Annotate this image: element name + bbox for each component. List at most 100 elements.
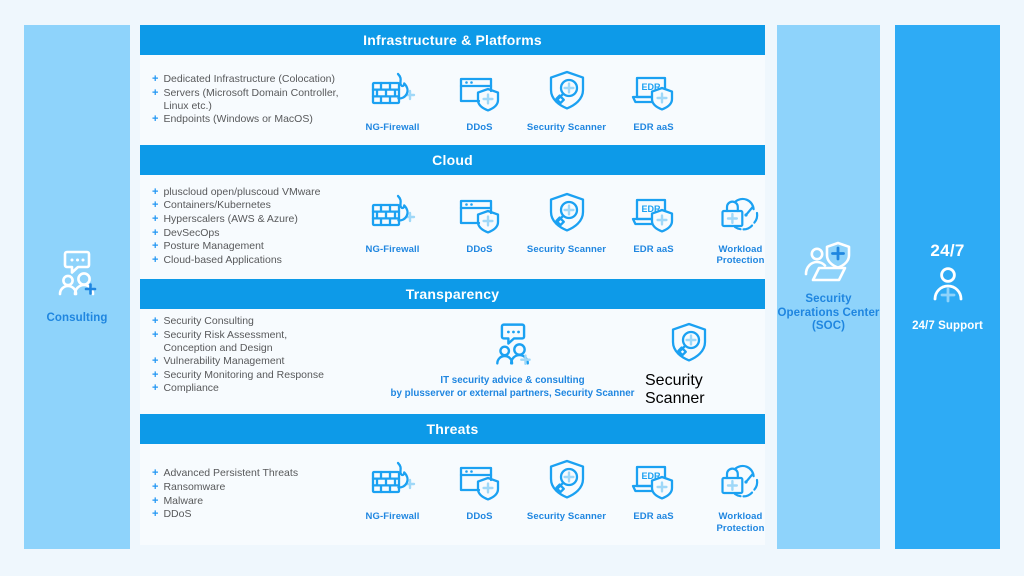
plus-bullet-icon: + <box>152 213 159 226</box>
plus-bullet-icon: + <box>152 382 159 395</box>
icon-label: EDR aaS <box>633 122 674 134</box>
list-item: + Dedicated Infrastructure (Colocation) <box>152 73 336 86</box>
consulting-column: Consulting <box>24 25 130 549</box>
browser-shield-icon <box>455 188 505 240</box>
soc-person-laptop-shield-icon <box>801 240 857 293</box>
soc-column: Security Operations Center (SOC) <box>777 25 880 549</box>
service-icon-security-scanner: Security Scanner <box>645 321 732 408</box>
support-247-column: 24/7 24/7 Support <box>895 25 1000 549</box>
support-247-headline: 24/7 <box>930 240 965 260</box>
plus-bullet-icon: + <box>152 86 159 99</box>
list-item: + Cloud-based Applications <box>152 254 282 267</box>
transparency-caption: IT security advice & consulting by pluss… <box>391 375 635 400</box>
section-header-infrastructure: Infrastructure & Platforms <box>140 25 765 55</box>
transparency-caption-line-2: by plusserver or external partners, Secu… <box>390 387 635 399</box>
service-icon-edr-aas: EDR EDR aaS <box>610 455 697 522</box>
service-icon-security-scanner: Security Scanner <box>523 455 610 522</box>
icon-label: EDR aaS <box>633 511 674 523</box>
icon-label: Security Scanner <box>645 372 705 408</box>
service-icon-security-scanner: Security Scanner <box>523 188 610 255</box>
bullet-list-threats: + Advanced Persistent Threats + Ransomware… <box>148 467 343 522</box>
plus-bullet-icon: + <box>152 368 159 381</box>
service-icon-ng-firewall: NG-Firewall <box>349 455 436 522</box>
plus-bullet-icon: + <box>152 480 159 493</box>
icon-label: Security Scanner <box>526 122 607 134</box>
service-icon-ng-firewall: NG-Firewall <box>349 66 436 133</box>
plus-bullet-icon: + <box>152 112 159 125</box>
list-item: + Security Monitoring and Response <box>152 368 324 381</box>
person-plus-icon <box>927 265 969 310</box>
transparency-center-block: IT security advice & consulting by pluss… <box>340 321 685 400</box>
list-item: + Containers/Kubernetes <box>152 199 271 212</box>
firewall-flame-icon <box>368 188 418 240</box>
bullet-list-infrastructure: + Dedicated Infrastructure (Colocation) +… <box>148 73 343 126</box>
icon-label: Security Scanner <box>526 243 607 255</box>
section-body-transparency: + Security Consulting + Security Risk Asse… <box>140 309 765 414</box>
service-icon-edr-aas: EDR EDR aaS <box>610 188 697 255</box>
browser-shield-icon <box>455 66 505 118</box>
icon-label: Security Scanner <box>526 511 607 523</box>
plus-bullet-icon: + <box>152 73 159 86</box>
list-item: + Compliance <box>152 382 219 395</box>
service-icon-ddos: DDoS <box>436 455 523 522</box>
icon-row-cloud: NG-Firewall DDoS Security Scanner EDR ED… <box>343 188 784 266</box>
shield-magnifier-icon <box>664 321 714 372</box>
consulting-label: Consulting <box>46 311 108 324</box>
soc-label: Security Operations Center (SOC) <box>777 293 880 334</box>
bullet-list-transparency: + Security Consulting + Security Risk Asse… <box>148 315 343 396</box>
section-header-threats: Threats <box>140 414 765 445</box>
shield-magnifier-icon <box>542 66 592 118</box>
firewall-flame-icon <box>368 455 418 507</box>
shield-magnifier-icon <box>542 188 592 240</box>
padlock-gauge-icon <box>716 188 766 240</box>
plus-bullet-icon: + <box>152 185 159 198</box>
service-icon-ng-firewall: NG-Firewall <box>349 188 436 255</box>
service-icon-edr-aas: EDR EDR aaS <box>610 66 697 133</box>
icon-row-threats: NG-Firewall DDoS Security Scanner EDR ED… <box>343 455 784 534</box>
list-item: + Posture Management <box>152 240 264 253</box>
section-body-cloud: + pluscloud open/pluscoud VMware + Contain… <box>140 175 765 279</box>
plus-bullet-icon: + <box>152 240 159 253</box>
service-icon-workload-protection: Workload Protection <box>697 455 784 534</box>
list-item: + Security Risk Assessment, Conception an… <box>152 328 288 354</box>
icon-label: EDR aaS <box>633 243 674 255</box>
list-item: + DDoS <box>152 508 192 521</box>
plus-bullet-icon: + <box>152 354 159 367</box>
service-icon-security-scanner: Security Scanner <box>523 66 610 133</box>
consulting-people-chat-icon <box>489 321 537 372</box>
service-icon-ddos: DDoS <box>436 66 523 133</box>
list-item: + Hyperscalers (AWS & Azure) <box>152 213 298 226</box>
list-item: + pluscloud open/pluscoud VMware <box>152 185 321 198</box>
icon-label: NG-Firewall <box>365 243 420 255</box>
plus-bullet-icon: + <box>152 226 159 239</box>
browser-shield-icon <box>455 455 505 507</box>
list-item: + Vulnerability Management <box>152 354 285 367</box>
section-header-transparency: Transparency <box>140 279 765 310</box>
plus-bullet-icon: + <box>152 315 159 328</box>
main-panel: Infrastructure & Platforms + Dedicated In… <box>140 25 765 545</box>
transparency-caption-line-1: IT security advice & consulting <box>440 375 585 387</box>
service-icon-ddos: DDoS <box>436 188 523 255</box>
list-item: + Advanced Persistent Threats <box>152 467 299 480</box>
support-247-label: 24/7 Support <box>912 319 983 332</box>
plus-bullet-icon: + <box>152 254 159 267</box>
plus-bullet-icon: + <box>152 467 159 480</box>
plus-bullet-icon: + <box>152 508 159 521</box>
list-item: + DevSecOps <box>152 226 220 239</box>
icon-label: Workload Protection <box>716 511 765 534</box>
padlock-gauge-icon <box>716 455 766 507</box>
section-body-threats: + Advanced Persistent Threats + Ransomware… <box>140 444 765 545</box>
icon-label: DDoS <box>466 122 493 134</box>
plus-bullet-icon: + <box>152 494 159 507</box>
list-item: + Malware <box>152 494 204 507</box>
icon-label: Workload Protection <box>716 243 765 266</box>
list-item: + Ransomware <box>152 480 226 493</box>
icon-row-infrastructure: NG-Firewall DDoS Security Scanner EDR ED… <box>343 66 761 133</box>
icon-label: NG-Firewall <box>365 511 420 523</box>
infographic-canvas: Consulting Infrastructure & Platforms + D… <box>0 0 1024 576</box>
plus-bullet-icon: + <box>152 328 159 341</box>
list-item: + Servers (Microsoft Domain Controller, L… <box>152 86 339 112</box>
section-body-infrastructure: + Dedicated Infrastructure (Colocation) +… <box>140 55 765 145</box>
bullet-list-cloud: + pluscloud open/pluscoud VMware + Contain… <box>148 186 343 268</box>
icon-label: DDoS <box>466 243 493 255</box>
